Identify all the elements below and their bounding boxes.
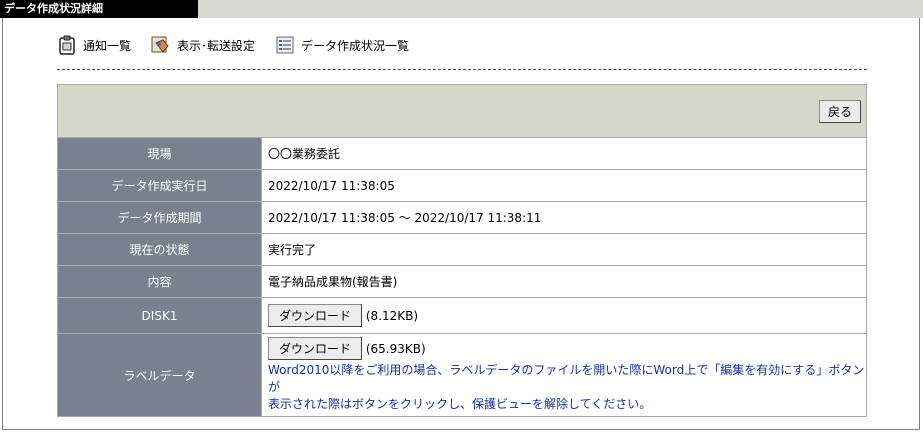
table-row: 現場 〇〇業務委託 bbox=[57, 137, 867, 170]
nav-label: 通知一覧 bbox=[83, 38, 132, 53]
table-row: データ作成実行日 2022/10/17 11:38:05 bbox=[57, 169, 867, 202]
nav-item-status-list[interactable]: データ作成状況一覧 bbox=[275, 35, 409, 55]
label-data-file-size: (65.93KB) bbox=[365, 342, 426, 356]
table-row: ラベルデータ ダウンロード (65.93KB) Word2010以降をご利用の場… bbox=[57, 333, 867, 417]
word-notice: Word2010以降をご利用の場合、ラベルデータのファイルを開いた際にWord上… bbox=[268, 362, 865, 413]
nav-bar: 通知一覧 表示･転送設定 データ作成状況一覧 bbox=[57, 33, 429, 57]
row-label-period: データ作成期間 bbox=[57, 201, 262, 234]
nav-item-display-settings[interactable]: 表示･転送設定 bbox=[151, 35, 255, 55]
table-row: DISK1 ダウンロード (8.12KB) bbox=[57, 297, 867, 334]
divider bbox=[57, 69, 867, 70]
disk1-file-size: (8.12KB) bbox=[365, 309, 419, 323]
table-row: 内容 電子納品成果物(報告書) bbox=[57, 265, 867, 298]
row-value-disk1: ダウンロード (8.12KB) bbox=[261, 297, 867, 334]
nav-label: 表示･転送設定 bbox=[177, 38, 256, 53]
row-value-content: 電子納品成果物(報告書) bbox=[261, 265, 867, 298]
back-button[interactable]: 戻る bbox=[818, 99, 861, 123]
disk1-download-button[interactable]: ダウンロード bbox=[268, 304, 363, 327]
settings-hand-icon bbox=[151, 35, 171, 55]
row-label-label-data: ラベルデータ bbox=[57, 333, 262, 417]
nav-item-notifications[interactable]: 通知一覧 bbox=[57, 35, 131, 55]
list-icon bbox=[275, 35, 295, 55]
row-label-disk1: DISK1 bbox=[57, 297, 262, 334]
clipboard-icon bbox=[57, 35, 77, 55]
row-value-site: 〇〇業務委託 bbox=[261, 137, 867, 170]
header-cell: 戻る bbox=[57, 84, 867, 138]
word-notice-line2: 表示された際はボタンをクリックし、保護ビューを解除してください。 bbox=[268, 397, 652, 411]
row-label-exec-date: データ作成実行日 bbox=[57, 169, 262, 202]
row-label-content: 内容 bbox=[57, 265, 262, 298]
label-data-download-button[interactable]: ダウンロード bbox=[268, 337, 363, 360]
row-value-label-data: ダウンロード (65.93KB) Word2010以降をご利用の場合、ラベルデー… bbox=[261, 333, 867, 417]
page-title: データ作成状況詳細 bbox=[0, 0, 198, 18]
row-label-status: 現在の状態 bbox=[57, 233, 262, 266]
row-value-status: 実行完了 bbox=[261, 233, 867, 266]
row-value-exec-date: 2022/10/17 11:38:05 bbox=[261, 169, 867, 202]
table-row: 現在の状態 実行完了 bbox=[57, 233, 867, 266]
row-label-site: 現場 bbox=[57, 137, 262, 170]
nav-label: データ作成状況一覧 bbox=[301, 38, 410, 53]
row-value-period: 2022/10/17 11:38:05 ～ 2022/10/17 11:38:1… bbox=[261, 201, 867, 234]
detail-table: 戻る 現場 〇〇業務委託 データ作成実行日 2022/10/17 11:38:0… bbox=[57, 84, 867, 417]
table-row: データ作成期間 2022/10/17 11:38:05 ～ 2022/10/17… bbox=[57, 201, 867, 234]
header-row: 戻る bbox=[57, 84, 867, 138]
word-notice-line1: Word2010以降をご利用の場合、ラベルデータのファイルを開いた際にWord上… bbox=[268, 363, 865, 394]
